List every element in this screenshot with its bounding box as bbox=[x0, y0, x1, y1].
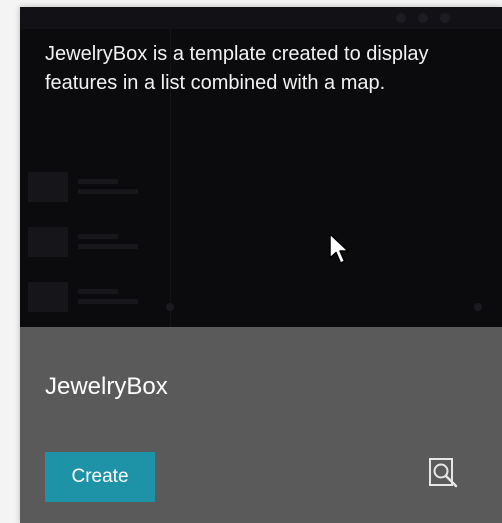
preview-line bbox=[78, 234, 118, 239]
preview-map-marker bbox=[474, 303, 482, 311]
create-button[interactable]: Create bbox=[45, 452, 155, 502]
preview-line bbox=[78, 189, 138, 194]
preview-line bbox=[78, 179, 118, 184]
mouse-pointer-icon bbox=[329, 233, 349, 264]
preview-dot bbox=[396, 13, 406, 23]
preview-line bbox=[78, 244, 138, 249]
preview-line bbox=[78, 299, 138, 304]
preview-list-item bbox=[28, 227, 68, 257]
template-description: JewelryBox is a template created to disp… bbox=[45, 43, 429, 94]
card-footer: JewelryBox Create bbox=[20, 327, 502, 523]
template-thumbnail[interactable]: JewelryBox is a template created to disp… bbox=[20, 7, 502, 327]
preview-app-header bbox=[20, 7, 502, 29]
preview-map-marker bbox=[166, 303, 174, 311]
preview-dot bbox=[418, 13, 428, 23]
preview-line bbox=[78, 289, 118, 294]
preview-list-item bbox=[28, 282, 68, 312]
preview-dot bbox=[440, 13, 450, 23]
preview-search-icon[interactable] bbox=[427, 457, 459, 489]
template-title: JewelryBox bbox=[45, 373, 168, 400]
template-card[interactable]: JewelryBox is a template created to disp… bbox=[20, 7, 502, 523]
preview-list-item bbox=[28, 172, 68, 202]
